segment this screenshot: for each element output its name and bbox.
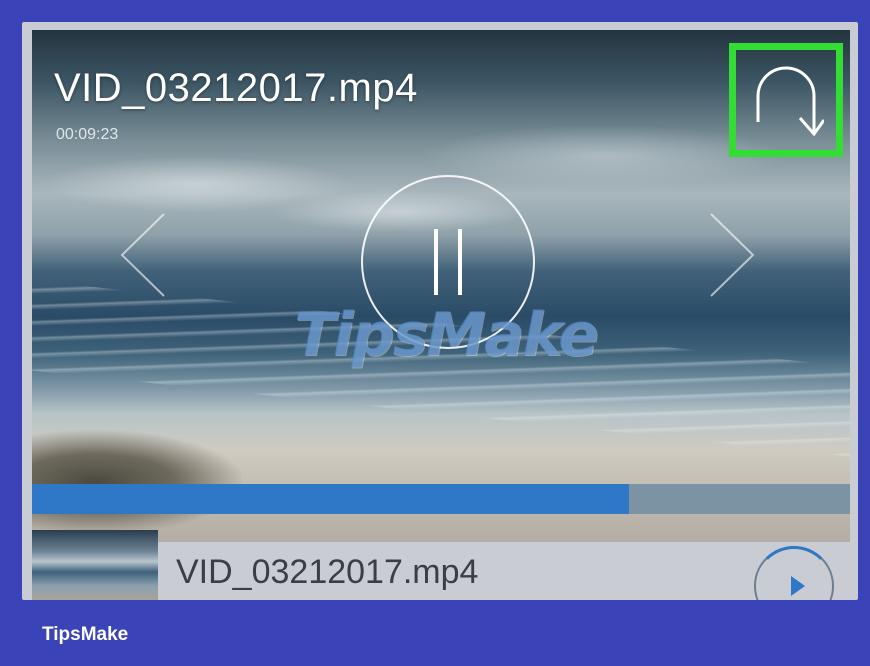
prev-icon[interactable] [118,210,168,300]
video-thumbnail [32,530,158,600]
progress-fill [32,484,630,514]
rotate-icon [756,66,824,137]
video-duration: 00:09:23 [56,126,119,143]
phone-screen: VID_03212017.mp4 00:09:23 TipsMake VID_0… [22,22,858,600]
next-icon[interactable] [707,210,757,300]
playlist-item[interactable]: VID_03212017.mp4 [32,528,850,600]
pause-icon [434,229,438,295]
play-button[interactable] [754,546,834,600]
play-icon [791,576,805,596]
playlist-item-title: VID_03212017.mp4 [176,553,479,591]
video-player[interactable]: VID_03212017.mp4 00:09:23 TipsMake [32,30,850,542]
rotate-button[interactable] [729,43,843,157]
footer-brand: TipsMake [42,624,129,645]
watermark-logo: TipsMake [294,300,599,370]
video-title: VID_03212017.mp4 [54,66,418,110]
progress-bar[interactable] [32,484,850,514]
pause-icon-bar [458,229,462,295]
